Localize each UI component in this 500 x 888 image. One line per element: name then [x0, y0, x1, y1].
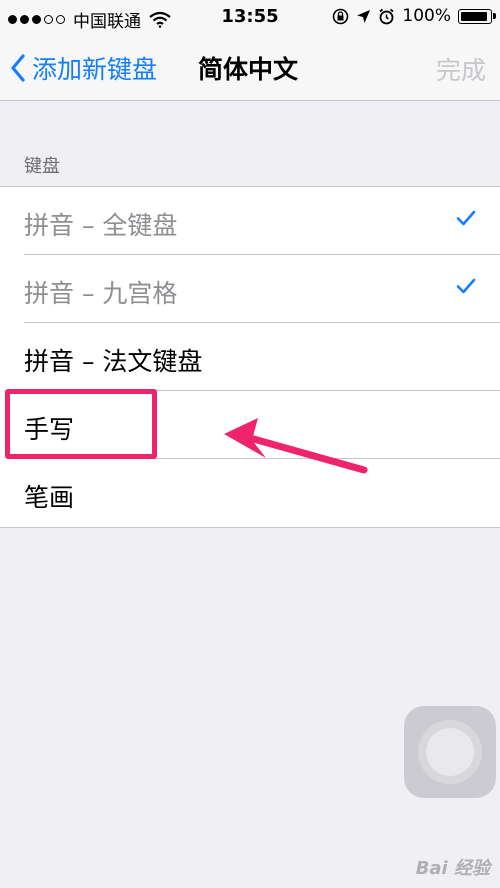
- assistive-touch-button[interactable]: [404, 706, 496, 798]
- watermark: Bai 经验: [415, 858, 490, 879]
